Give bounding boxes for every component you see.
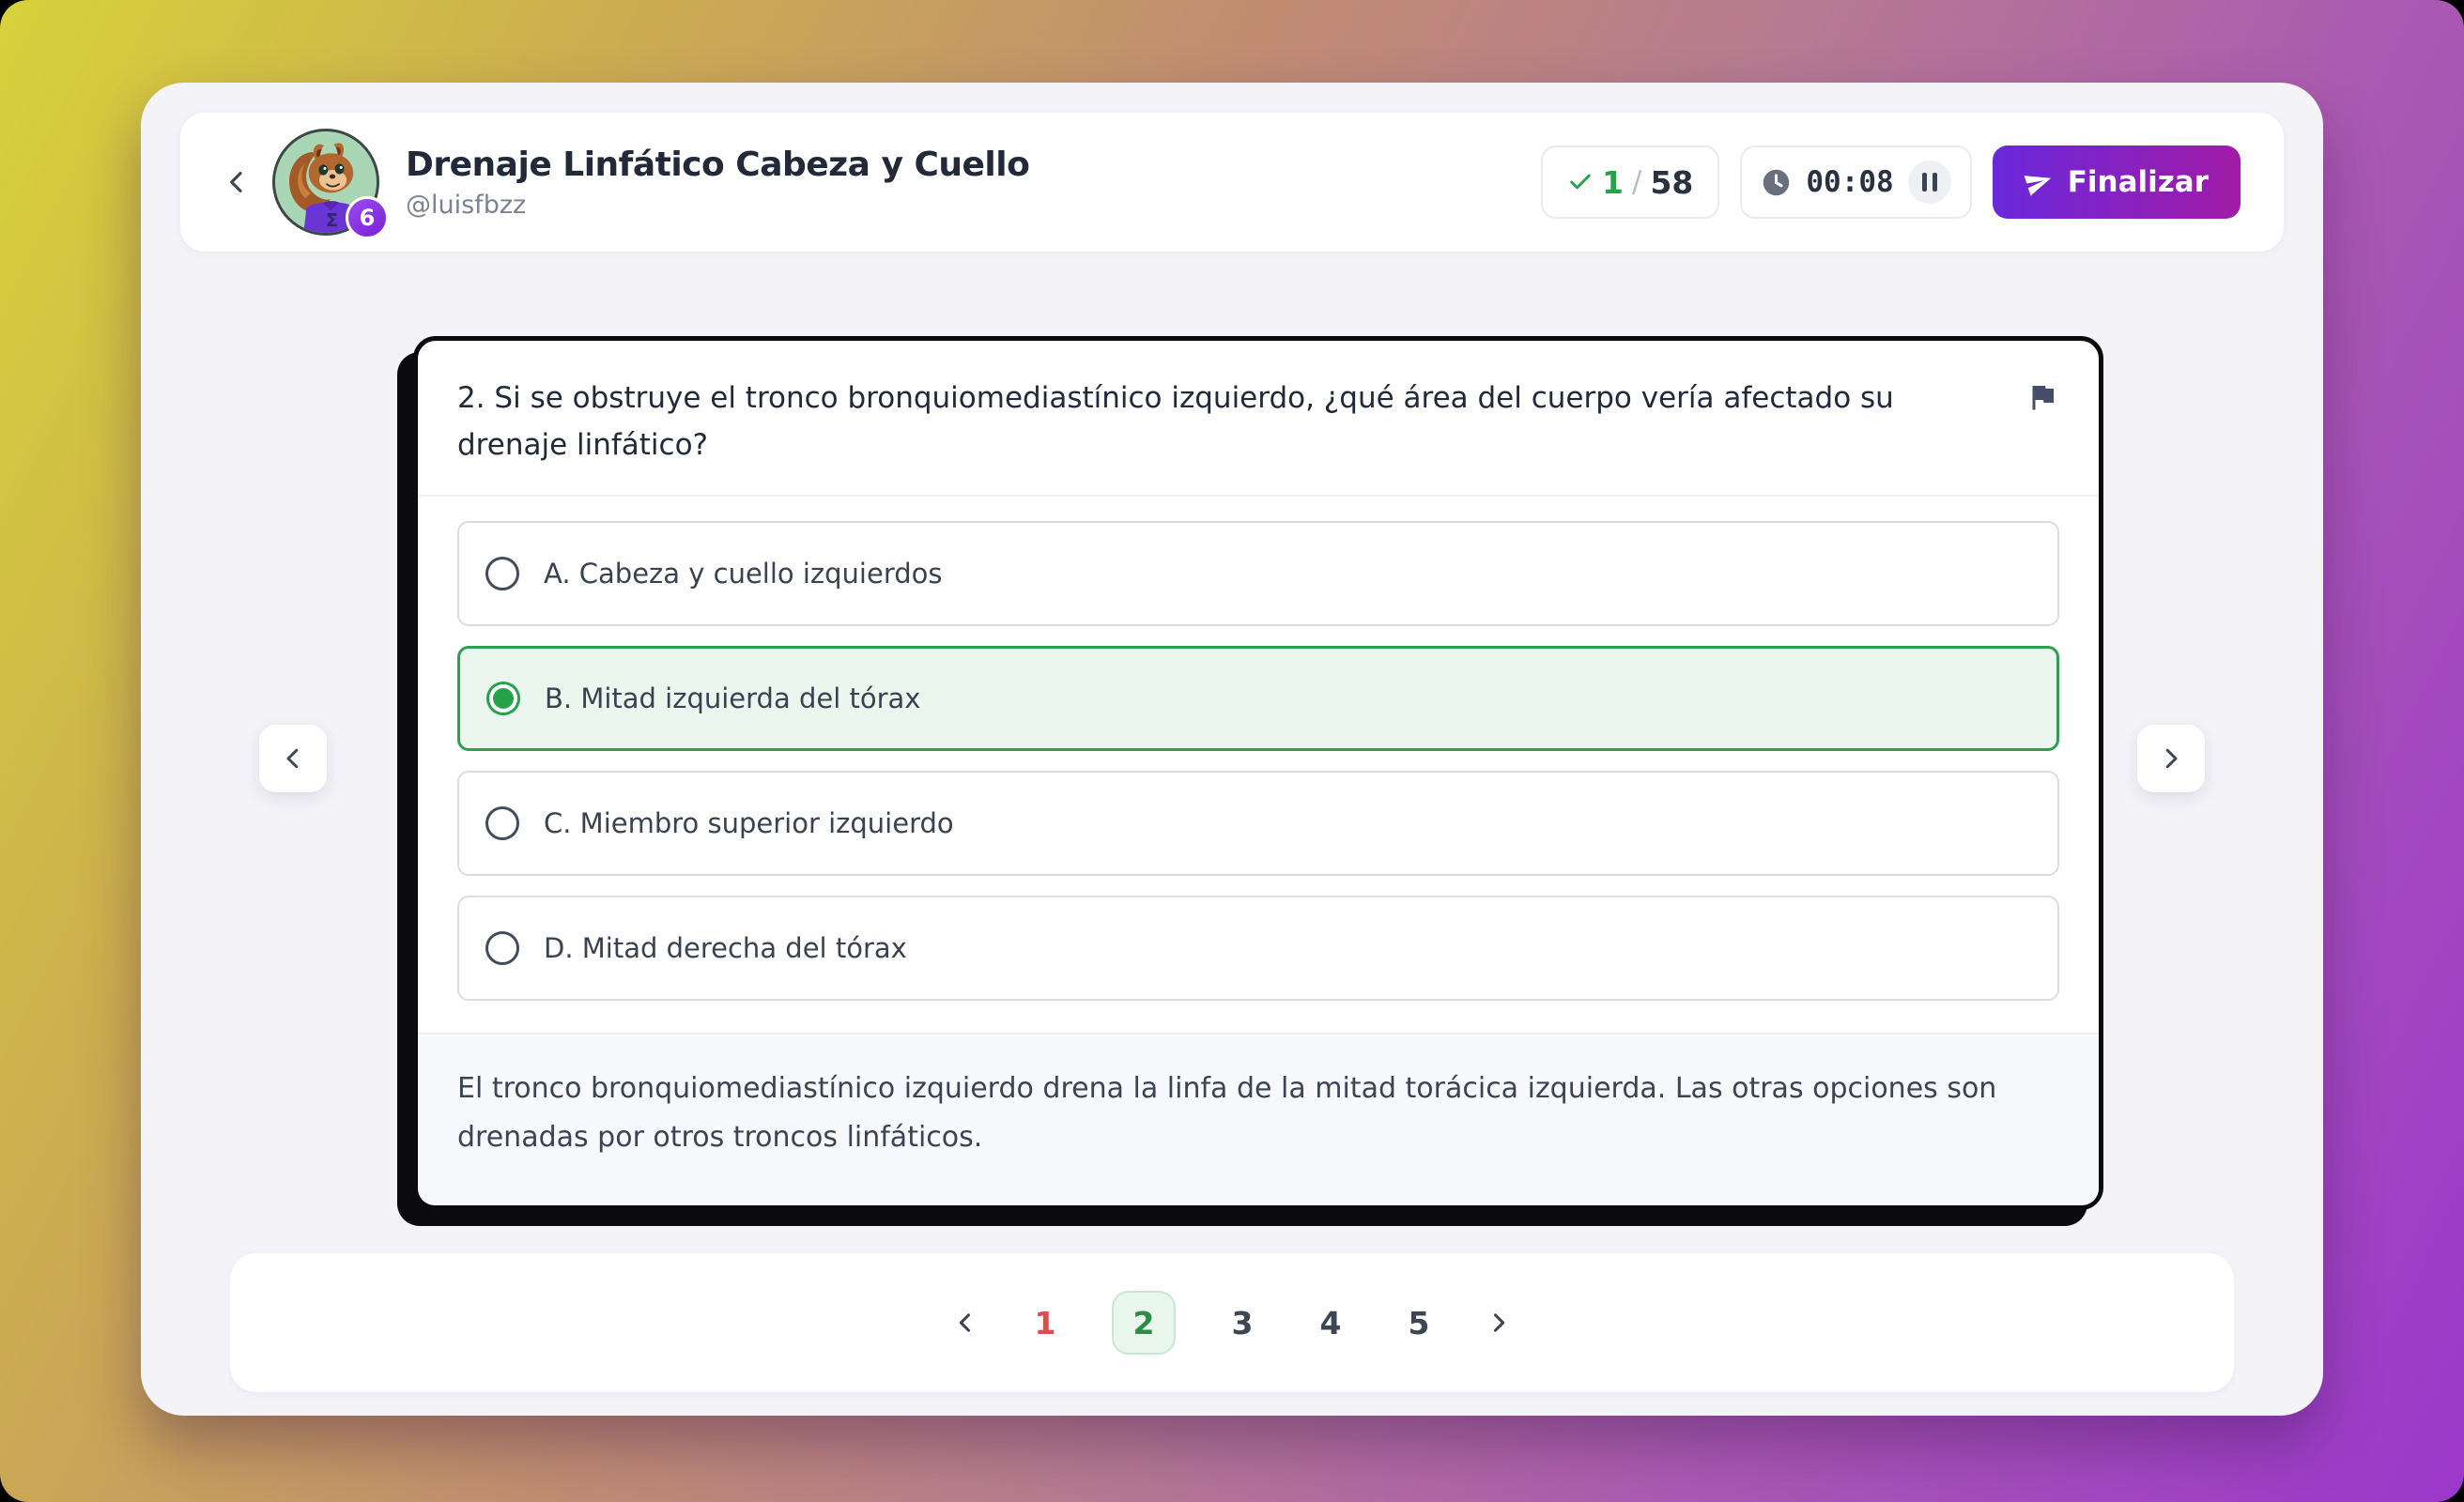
- clock-icon: [1761, 167, 1792, 198]
- send-icon: [2021, 164, 2056, 200]
- avatar-shirt-glyph: Σ: [326, 210, 338, 232]
- option-label: B. Mitad izquierda del tórax: [545, 682, 920, 714]
- page-button-4[interactable]: 4: [1309, 1305, 1352, 1341]
- pause-icon: [1922, 173, 1927, 192]
- chevron-left-icon: [222, 167, 252, 197]
- question-text: 2. Si se obstruye el tronco bronquiomedi…: [457, 375, 1950, 468]
- radio-unchecked-icon[interactable]: [485, 806, 519, 840]
- pagination-prev-button[interactable]: [952, 1310, 978, 1336]
- header: Σ 6 Drenaje Linfático Cabeza y Cuello @l…: [180, 113, 2284, 252]
- option-d[interactable]: D. Mitad derecha del tórax: [457, 896, 2059, 1001]
- pause-button[interactable]: [1908, 161, 1951, 204]
- options-list: A. Cabeza y cuello izquierdos B. Mitad i…: [418, 497, 2099, 1033]
- avatar: Σ 6: [272, 129, 379, 236]
- level-badge: 6: [346, 196, 389, 239]
- chevron-right-icon: [2157, 744, 2185, 773]
- finish-button[interactable]: Finalizar: [1993, 146, 2241, 219]
- pause-icon: [1933, 173, 1937, 192]
- radio-checked-icon[interactable]: [486, 682, 520, 715]
- quiz-author: @luisfbzz: [406, 191, 1029, 220]
- question-header: 2. Si se obstruye el tronco bronquiomedi…: [418, 341, 2099, 495]
- progress-separator: /: [1632, 165, 1641, 199]
- option-label: A. Cabeza y cuello izquierdos: [544, 558, 943, 590]
- quiz-title: Drenaje Linfático Cabeza y Cuello: [406, 146, 1029, 184]
- timer-value: 00:08: [1806, 165, 1893, 199]
- timer: 00:08: [1740, 146, 1971, 219]
- explanation-text: El tronco bronquiomediastínico izquierdo…: [418, 1035, 2099, 1204]
- back-button[interactable]: [216, 161, 257, 203]
- progress-counter: 1 / 58: [1541, 146, 1719, 219]
- chevron-left-icon: [279, 744, 307, 773]
- next-question-button[interactable]: [2137, 725, 2205, 792]
- chevron-right-icon: [1486, 1310, 1512, 1336]
- page-button-5[interactable]: 5: [1397, 1305, 1440, 1341]
- app-panel: Σ 6 Drenaje Linfático Cabeza y Cuello @l…: [141, 83, 2323, 1416]
- option-b-selected[interactable]: B. Mitad izquierda del tórax: [457, 646, 2059, 751]
- question-card: 2. Si se obstruye el tronco bronquiomedi…: [413, 336, 2103, 1210]
- option-c[interactable]: C. Miembro superior izquierdo: [457, 771, 2059, 876]
- option-label: D. Mitad derecha del tórax: [544, 932, 907, 964]
- header-actions: 1 / 58 00:08 Fina: [1541, 146, 2241, 219]
- chevron-left-icon: [952, 1310, 978, 1336]
- radio-unchecked-icon[interactable]: [485, 931, 519, 965]
- flag-icon: [2025, 380, 2059, 414]
- pagination-next-button[interactable]: [1486, 1310, 1512, 1336]
- screenshot-stage: Σ 6 Drenaje Linfático Cabeza y Cuello @l…: [0, 0, 2464, 1502]
- flag-button[interactable]: [2025, 380, 2059, 414]
- answered-count: 1: [1602, 164, 1624, 201]
- page-button-1[interactable]: 1: [1024, 1305, 1067, 1341]
- previous-question-button[interactable]: [259, 725, 327, 792]
- finish-button-label: Finalizar: [2068, 165, 2209, 199]
- total-count: 58: [1650, 164, 1693, 201]
- radio-unchecked-icon[interactable]: [485, 557, 519, 590]
- check-icon: [1567, 169, 1594, 195]
- page-button-2-active[interactable]: 2: [1112, 1291, 1176, 1355]
- page-button-3[interactable]: 3: [1221, 1305, 1264, 1341]
- pagination-bar: 1 2 3 4 5: [230, 1253, 2234, 1392]
- option-a[interactable]: A. Cabeza y cuello izquierdos: [457, 521, 2059, 626]
- header-titles: Drenaje Linfático Cabeza y Cuello @luisf…: [406, 146, 1029, 220]
- option-label: C. Miembro superior izquierdo: [544, 807, 954, 839]
